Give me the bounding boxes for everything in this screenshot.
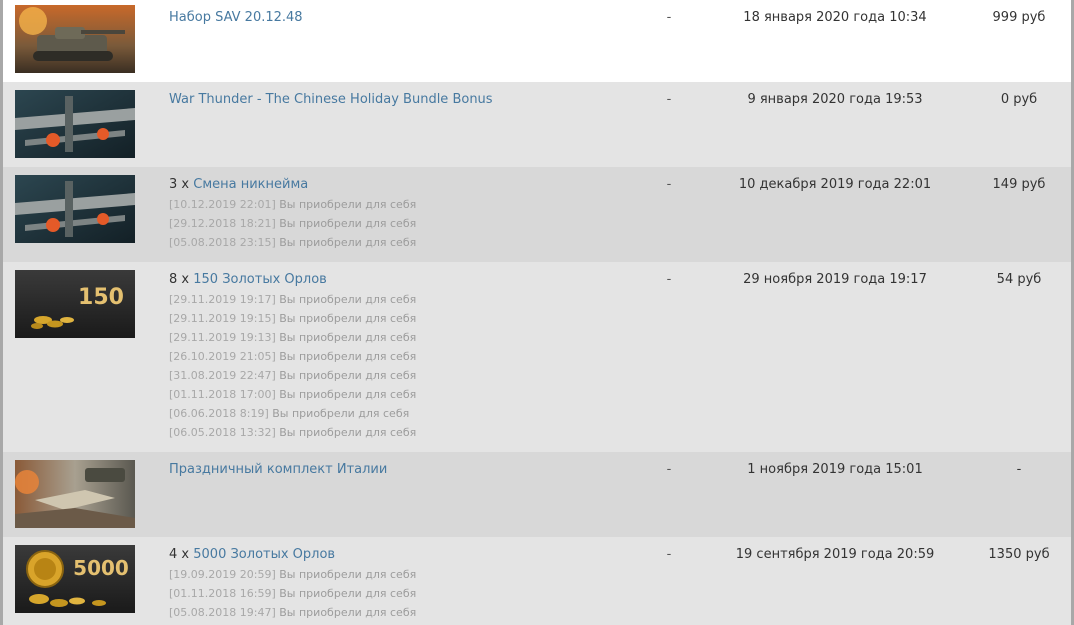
tank-image-icon xyxy=(15,5,135,73)
history-entry: [05.08.2018 23:15] Вы приобрели для себя xyxy=(169,236,417,249)
purchase-history: [19.09.2019 20:59] Вы приобрели для себя… xyxy=(169,565,416,622)
purchase-price: 0 руб xyxy=(1000,92,1038,107)
history-entry: [29.12.2018 18:21] Вы приобрели для себя xyxy=(169,217,417,230)
history-entry: [29.11.2019 19:13] Вы приобрели для себя xyxy=(169,331,417,344)
purchase-thumbnail[interactable]: 150 xyxy=(15,270,135,338)
purchase-thumbnail[interactable] xyxy=(15,460,135,528)
purchase-price: 149 руб xyxy=(992,177,1046,192)
golden-eagles-image-icon: 5000 xyxy=(15,545,135,613)
purchase-history: [10.12.2019 22:01] Вы приобрели для себя… xyxy=(169,195,416,252)
purchase-date: 29 ноября 2019 года 19:17 xyxy=(743,272,927,287)
purchase-title-link[interactable]: Смена никнейма xyxy=(193,177,308,192)
purchase-row: 3 x Смена никнейма [10.12.2019 22:01] Вы… xyxy=(3,167,1071,262)
left-border xyxy=(0,0,3,625)
history-entry: [01.11.2018 16:59] Вы приобрели для себя xyxy=(169,587,417,600)
purchase-price: 999 руб xyxy=(992,10,1046,25)
purchase-title-link[interactable]: 5000 Золотых Орлов xyxy=(193,547,335,562)
purchase-status: - xyxy=(666,177,672,192)
purchase-date: 1 ноября 2019 года 15:01 xyxy=(747,462,923,477)
purchase-row: Праздничный комплект Италии - 1 ноября 2… xyxy=(3,452,1071,537)
purchase-status: - xyxy=(666,92,672,107)
purchase-history-list: Набор SAV 20.12.48 - 18 января 2020 года… xyxy=(3,0,1071,625)
purchase-status: - xyxy=(666,462,672,477)
purchase-price: - xyxy=(1016,462,1022,477)
purchase-thumbnail[interactable]: 5000 xyxy=(15,545,135,613)
history-entry: [29.11.2019 19:17] Вы приобрели для себя xyxy=(169,293,417,306)
history-entry: [05.08.2018 19:47] Вы приобрели для себя xyxy=(169,606,417,619)
plane-image-icon xyxy=(15,175,135,243)
history-entry: [01.11.2018 17:00] Вы приобрели для себя xyxy=(169,388,417,401)
purchase-quantity: 4 x xyxy=(169,547,190,562)
golden-eagles-image-icon: 150 xyxy=(15,270,135,338)
purchase-status: - xyxy=(666,272,672,287)
history-entry: [10.12.2019 22:01] Вы приобрели для себя xyxy=(169,198,417,211)
purchase-thumbnail[interactable] xyxy=(15,90,135,158)
purchase-status: - xyxy=(666,10,672,25)
history-entry: [19.09.2019 20:59] Вы приобрели для себя xyxy=(169,568,417,581)
purchase-quantity: 8 x xyxy=(169,272,190,287)
purchase-date: 9 января 2020 года 19:53 xyxy=(747,92,923,107)
purchase-quantity: 3 x xyxy=(169,177,190,192)
purchase-row: Набор SAV 20.12.48 - 18 января 2020 года… xyxy=(3,0,1071,82)
purchase-thumbnail[interactable] xyxy=(15,175,135,243)
purchase-status: - xyxy=(666,547,672,562)
purchase-date: 10 декабря 2019 года 22:01 xyxy=(738,177,932,192)
purchase-price: 1350 руб xyxy=(988,547,1050,562)
purchase-date: 18 января 2020 года 10:34 xyxy=(743,10,927,25)
purchase-thumbnail[interactable] xyxy=(15,5,135,73)
history-entry: [31.08.2019 22:47] Вы приобрели для себя xyxy=(169,369,417,382)
history-entry: [29.11.2019 19:15] Вы приобрели для себя xyxy=(169,312,417,325)
history-entry: [06.06.2018 8:19] Вы приобрели для себя xyxy=(169,407,410,420)
purchase-title-link[interactable]: 150 Золотых Орлов xyxy=(193,272,327,287)
purchase-row: War Thunder - The Chinese Holiday Bundle… xyxy=(3,82,1071,167)
purchase-title-link[interactable]: Набор SAV 20.12.48 xyxy=(169,10,303,25)
purchase-date: 19 сентября 2019 года 20:59 xyxy=(735,547,935,562)
purchase-title-link[interactable]: War Thunder - The Chinese Holiday Bundle… xyxy=(169,92,493,107)
history-entry: [06.05.2018 13:32] Вы приобрели для себя xyxy=(169,426,417,439)
thumb-amount-label: 150 xyxy=(78,285,124,310)
thumb-amount-label: 5000 xyxy=(73,556,129,580)
purchase-row: 150 8 x 150 Золотых Орлов [29.11.2019 19… xyxy=(3,262,1071,452)
history-entry: [26.10.2019 21:05] Вы приобрели для себя xyxy=(169,350,417,363)
purchase-history: [29.11.2019 19:17] Вы приобрели для себя… xyxy=(169,290,416,442)
purchase-title-link[interactable]: Праздничный комплект Италии xyxy=(169,462,387,477)
plane-image-icon xyxy=(15,90,135,158)
purchase-price: 54 руб xyxy=(996,272,1042,287)
vehicle-pack-image-icon xyxy=(15,460,135,528)
purchase-row: 5000 4 x 5000 Золотых Орлов [19.09.2019 … xyxy=(3,537,1071,625)
